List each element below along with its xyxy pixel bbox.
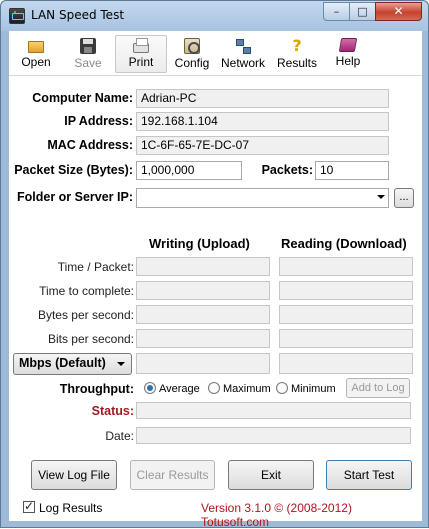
time-to-complete-read: [279, 281, 413, 300]
bytes-per-second-read: [279, 305, 413, 324]
log-results-label: Log Results: [39, 501, 103, 515]
time-to-complete-write: [136, 281, 270, 300]
view-log-file-button[interactable]: View Log File: [31, 460, 117, 490]
app-window: LAN Speed Test – □ ✕ Open Save Print Con…: [0, 0, 429, 529]
exit-button[interactable]: Exit: [228, 460, 314, 490]
toolbar-save-label: Save: [74, 56, 102, 70]
folder-server-label: Folder or Server IP:: [16, 190, 133, 204]
toolbar-config-label: Config: [174, 56, 210, 70]
ip-address-field: 192.168.1.104: [136, 112, 389, 131]
computer-name-field: Adrian-PC: [136, 89, 389, 108]
packets-label: Packets:: [261, 163, 313, 177]
toolbar-results-button[interactable]: ? Results: [273, 35, 321, 73]
save-disk-icon: [80, 38, 96, 54]
reading-column-header: Reading (Download): [281, 236, 407, 251]
toolbar: Open Save Print Config Network ? Results: [9, 35, 422, 73]
date-label: Date:: [105, 429, 134, 443]
toolbar-help-button[interactable]: Help: [327, 35, 369, 73]
writing-column-header: Writing (Upload): [149, 236, 250, 251]
log-results-checkbox[interactable]: [23, 499, 35, 513]
mac-address-label: MAC Address:: [47, 138, 133, 152]
printer-icon: [133, 38, 149, 53]
throughput-maximum-label: Maximum: [223, 383, 271, 395]
toolbar-config-button[interactable]: Config: [169, 35, 215, 73]
add-to-log-button[interactable]: Add to Log: [346, 378, 410, 398]
clear-results-button[interactable]: Clear Results: [130, 460, 215, 490]
toolbar-print-label: Print: [128, 55, 154, 69]
radio-icon: [276, 382, 288, 394]
folder-server-combobox[interactable]: [136, 188, 389, 208]
toolbar-print-button[interactable]: Print: [115, 35, 167, 73]
time-per-packet-read: [279, 257, 413, 276]
toolbar-divider: [9, 75, 422, 76]
maximize-button[interactable]: □: [349, 2, 376, 21]
throughput-minimum-radio[interactable]: Minimum: [276, 382, 336, 396]
throughput-maximum-radio[interactable]: Maximum: [208, 382, 271, 396]
title-bar[interactable]: LAN Speed Test – □ ✕: [1, 1, 428, 31]
question-mark-icon: ?: [292, 36, 302, 55]
ip-address-label: IP Address:: [64, 114, 133, 128]
unit-value-write: [136, 353, 270, 374]
throughput-average-radio[interactable]: Average: [144, 382, 200, 396]
unit-select-value: Mbps (Default): [19, 356, 106, 370]
packet-size-input[interactable]: 1,000,000: [136, 161, 242, 180]
computer-name-label: Computer Name:: [32, 91, 133, 105]
toolbar-save-button[interactable]: Save: [67, 35, 109, 73]
close-button[interactable]: ✕: [375, 2, 422, 21]
unit-value-read: [279, 353, 413, 374]
chevron-down-icon: [377, 195, 385, 199]
folder-open-icon: [28, 41, 44, 53]
toolbar-results-label: Results: [276, 56, 317, 70]
unit-select[interactable]: Mbps (Default): [13, 353, 132, 375]
toolbar-open-button[interactable]: Open: [15, 35, 57, 73]
throughput-average-label: Average: [159, 383, 200, 395]
bits-per-second-write: [136, 329, 270, 348]
help-book-icon: [338, 38, 358, 52]
radio-icon: [208, 382, 220, 394]
throughput-label: Throughput:: [59, 382, 134, 396]
chevron-down-icon: [117, 362, 125, 366]
toolbar-help-label: Help: [335, 54, 361, 68]
time-to-complete-label: Time to complete:: [39, 284, 134, 298]
toolbar-network-button[interactable]: Network: [217, 35, 269, 73]
time-per-packet-write: [136, 257, 270, 276]
throughput-minimum-label: Minimum: [291, 383, 336, 395]
minimize-button[interactable]: –: [323, 2, 350, 21]
browse-button[interactable]: ...: [394, 188, 414, 208]
toolbar-open-label: Open: [21, 55, 51, 69]
client-area: Open Save Print Config Network ? Results: [9, 31, 422, 529]
date-field: [136, 427, 411, 444]
start-test-button[interactable]: Start Test: [326, 460, 412, 490]
bytes-per-second-label: Bytes per second:: [37, 308, 134, 322]
mac-address-field: 1C-6F-65-7E-DC-07: [136, 136, 389, 155]
status-label: Status:: [91, 404, 134, 418]
throughput-radio-group: Average Maximum Minimum: [144, 382, 344, 398]
packets-input[interactable]: 10: [315, 161, 389, 180]
config-icon: [184, 38, 200, 54]
bytes-per-second-write: [136, 305, 270, 324]
bits-per-second-label: Bits per second:: [47, 332, 134, 346]
time-per-packet-label: Time / Packet:: [57, 260, 134, 274]
radio-selected-icon: [144, 382, 156, 394]
app-icon: [9, 8, 25, 24]
network-icon: [235, 38, 251, 54]
packet-size-label: Packet Size (Bytes):: [14, 163, 133, 177]
bits-per-second-read: [279, 329, 413, 348]
version-copyright-text: Version 3.1.0 © (2008-2012) Totusoft.com: [201, 501, 352, 529]
toolbar-network-label: Network: [220, 56, 265, 70]
window-title: LAN Speed Test: [31, 8, 125, 22]
status-field: [136, 402, 411, 419]
